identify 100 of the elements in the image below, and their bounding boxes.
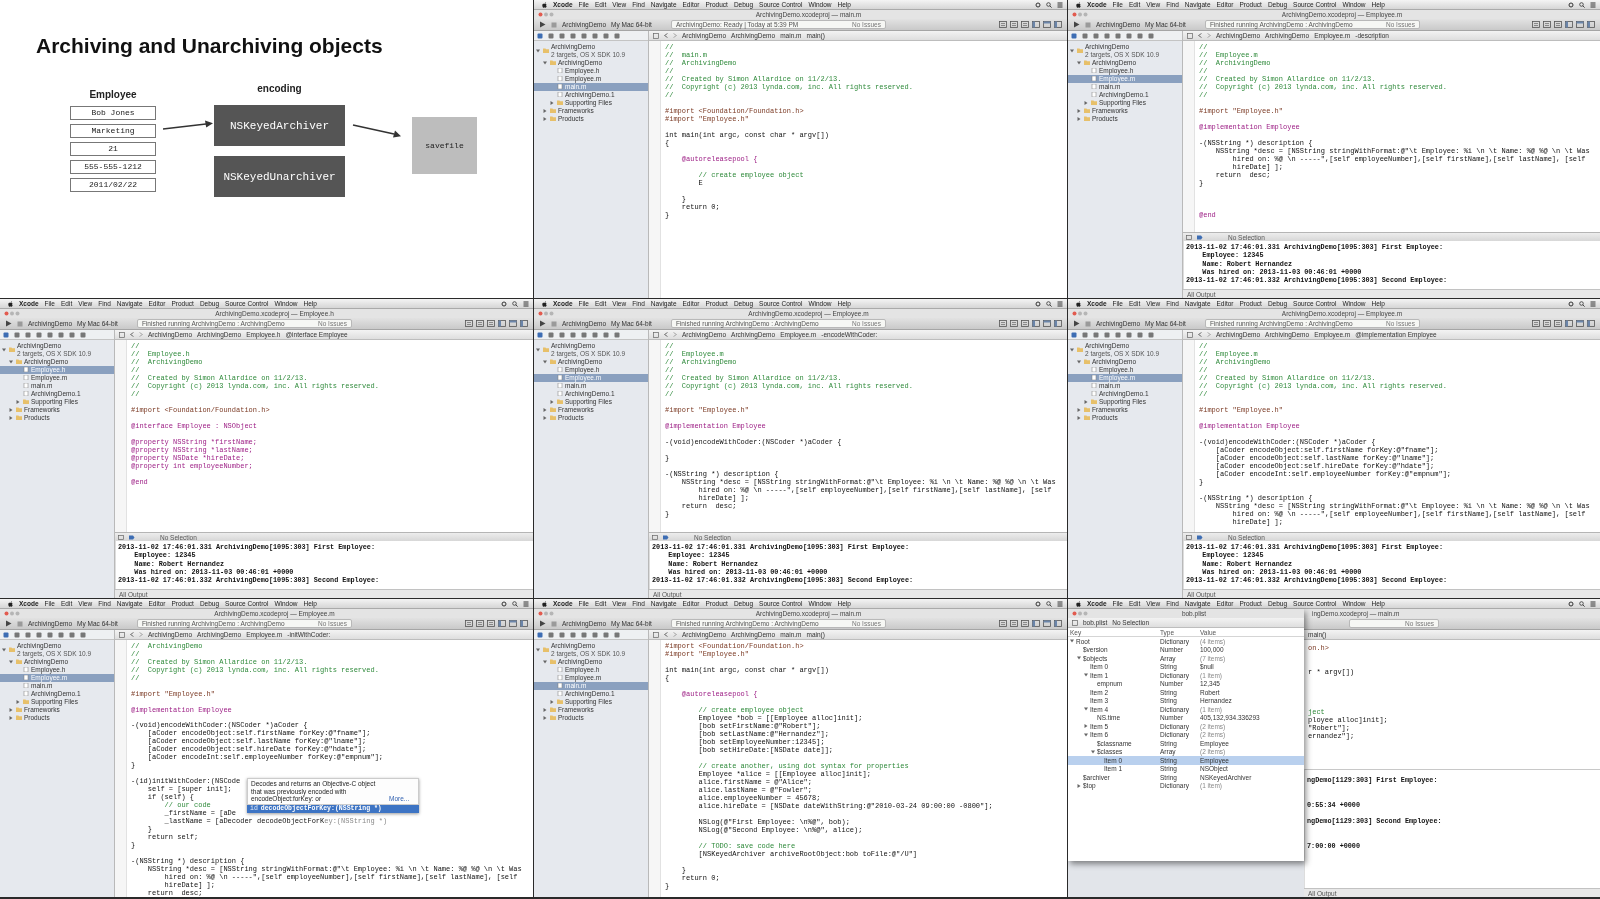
panel-toggle-icon: [498, 320, 506, 327]
gear-icon: [1035, 600, 1041, 607]
panel-toggle-icon: [1054, 21, 1062, 28]
related-items-icon: [653, 32, 659, 39]
back-icon: [664, 332, 668, 337]
gear-icon: [1568, 1, 1574, 8]
process-label: encoding: [256, 83, 303, 94]
arrow: [352, 123, 402, 139]
panel-toggle-icon: [520, 320, 528, 327]
search-icon: [1579, 1, 1585, 8]
editor-mode-icon: [476, 320, 484, 327]
process-box: NSKeyedUnarchiver: [214, 156, 345, 197]
editor-mode-icon: [465, 320, 473, 327]
panel-toggle-icon: [1043, 320, 1051, 327]
related-items-icon: [653, 331, 659, 338]
search-icon: [1579, 600, 1585, 607]
forward-icon: [673, 632, 677, 637]
gear-icon: [501, 600, 507, 607]
window-controls-icon: [1072, 311, 1088, 316]
hide-debug-icon: [652, 534, 658, 540]
field-box: Marketing: [70, 124, 156, 138]
panel-toggle-icon: [520, 620, 528, 627]
editor-mode-icon: [999, 21, 1007, 28]
file-box: savefile: [412, 117, 477, 174]
slide-title: Archiving and Unarchiving objects: [36, 34, 383, 58]
editor-mode-icon: [487, 320, 495, 327]
panel-toggle-icon: [1032, 320, 1040, 327]
list-icon: [1590, 600, 1596, 607]
back-icon: [130, 632, 134, 637]
related-items-icon: [1187, 32, 1193, 39]
panel-toggle-icon: [1587, 320, 1595, 327]
panel-toggle-icon: [1032, 21, 1040, 28]
run-icon: [539, 320, 546, 327]
hide-debug-icon: [1186, 534, 1192, 540]
list-icon: [1590, 300, 1596, 307]
panel-toggle-icon: [509, 620, 517, 627]
editor-mode-icon: [465, 620, 473, 627]
list-icon: [1057, 300, 1063, 307]
run-icon: [539, 21, 546, 28]
editor-mode-icon: [1010, 620, 1018, 627]
window-controls-icon: [4, 611, 20, 616]
panel-toggle-icon: [1043, 21, 1051, 28]
search-icon: [1046, 1, 1052, 8]
field-box: 21: [70, 142, 156, 156]
back-icon: [664, 33, 668, 38]
list-icon: [1057, 600, 1063, 607]
panel-toggle-icon: [1565, 21, 1573, 28]
run-icon: [5, 320, 12, 327]
forward-icon: [1207, 332, 1211, 337]
related-items-icon: [1187, 331, 1193, 338]
panel-toggle-icon: [498, 620, 506, 627]
panel-toggle-icon: [1565, 320, 1573, 327]
related-items-icon: [119, 631, 125, 638]
forward-icon: [673, 332, 677, 337]
gear-icon: [1035, 300, 1041, 307]
gear-icon: [1568, 300, 1574, 307]
hide-debug-icon: [118, 534, 124, 540]
search-icon: [512, 300, 518, 307]
editor-mode-icon: [1021, 21, 1029, 28]
search-icon: [1046, 300, 1052, 307]
forward-icon: [139, 632, 143, 637]
panel-toggle-icon: [1054, 320, 1062, 327]
editor-mode-icon: [1021, 620, 1029, 627]
editor-mode-icon: [476, 620, 484, 627]
forward-icon: [673, 33, 677, 38]
apple-icon: [1076, 300, 1081, 307]
editor-mode-icon: [1554, 21, 1562, 28]
process-box: NSKeyedArchiver: [214, 105, 345, 146]
list-icon: [1590, 1, 1596, 8]
panel-toggle-icon: [1043, 620, 1051, 627]
related-items-icon: [1072, 619, 1078, 626]
apple-icon: [542, 1, 547, 8]
panel-toggle-icon: [1032, 620, 1040, 627]
window-controls-icon: [538, 12, 554, 17]
editor-mode-icon: [1010, 21, 1018, 28]
run-icon: [5, 620, 12, 627]
related-items-icon: [653, 631, 659, 638]
window-controls-icon: [4, 311, 20, 316]
back-icon: [1198, 33, 1202, 38]
arrow: [162, 119, 214, 131]
apple-icon: [1076, 600, 1081, 607]
apple-icon: [542, 300, 547, 307]
editor-mode-icon: [1532, 21, 1540, 28]
gear-icon: [1568, 600, 1574, 607]
run-icon: [539, 620, 546, 627]
list-icon: [523, 600, 529, 607]
editor-mode-icon: [1554, 320, 1562, 327]
editor-mode-icon: [1543, 320, 1551, 327]
panel-toggle-icon: [1587, 21, 1595, 28]
panel-toggle-icon: [1576, 21, 1584, 28]
field-box: Bob Jones: [70, 106, 156, 120]
editor-mode-icon: [1543, 21, 1551, 28]
search-icon: [1046, 600, 1052, 607]
field-box: 555-555-1212: [70, 160, 156, 174]
apple-icon: [1076, 1, 1081, 8]
editor-mode-icon: [1532, 320, 1540, 327]
apple-icon: [8, 300, 13, 307]
editor-mode-icon: [999, 320, 1007, 327]
panel-toggle-icon: [1054, 620, 1062, 627]
panel-toggle-icon: [509, 320, 517, 327]
